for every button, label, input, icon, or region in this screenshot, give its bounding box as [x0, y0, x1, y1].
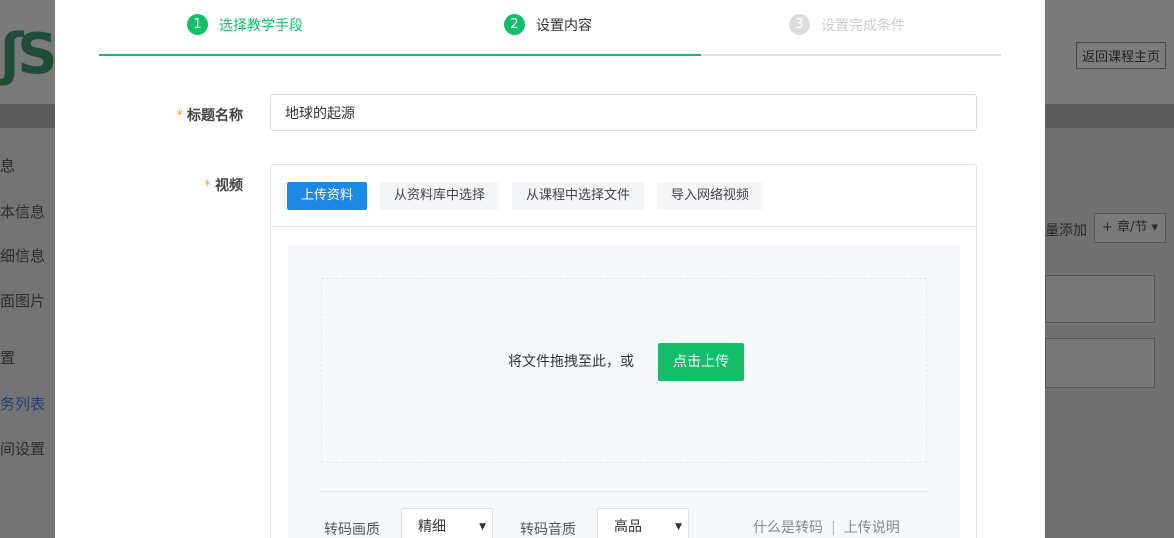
background-content: [1045, 128, 1174, 538]
step-label: 设置完成条件: [821, 17, 905, 34]
title-label: * 标题名称: [123, 105, 243, 125]
divider: [321, 491, 927, 492]
video-quality-label: 转码画质: [324, 522, 380, 538]
sidebar-item[interactable]: 细信息: [0, 245, 45, 266]
step-3: 3 设置完成条件: [789, 14, 905, 35]
step-number: 1: [187, 14, 208, 35]
step-label: 设置内容: [536, 17, 592, 34]
title-input[interactable]: [270, 94, 977, 131]
background-sidebar: [0, 128, 55, 538]
audio-quality-value: 高品: [614, 519, 642, 535]
caret-down-icon: ▼: [675, 522, 682, 532]
sidebar-item-task-list[interactable]: 务列表: [0, 393, 45, 414]
sidebar-item[interactable]: 息: [0, 155, 15, 176]
click-upload-button[interactable]: 点击上传: [658, 343, 744, 381]
sidebar-item[interactable]: 面图片: [0, 290, 45, 311]
video-label: * 视频: [123, 175, 243, 195]
upload-area: 将文件拖拽至此，或 点击上传 转码画质 精细 ▼ 转码音质 高品 ▼ 什么是转码…: [288, 245, 960, 538]
upload-instructions-link[interactable]: 上传说明: [844, 520, 900, 536]
background-row: [1045, 275, 1155, 323]
audio-quality-select[interactable]: 高品 ▼: [597, 508, 689, 538]
return-course-home-button[interactable]: 返回课程主页: [1076, 42, 1167, 69]
tab-upload-material[interactable]: 上传资料: [287, 182, 368, 210]
required-mark: *: [176, 108, 183, 124]
sidebar-item[interactable]: 本信息: [0, 201, 45, 222]
video-panel: 上传资料 从资料库中选择 从课程中选择文件 导入网络视频 将文件拖拽至此，或 点…: [270, 164, 977, 538]
add-chapter-button[interactable]: + 章/节 ▾: [1094, 213, 1166, 243]
batch-add-link[interactable]: 量添加: [1045, 220, 1087, 240]
link-separator: |: [831, 520, 836, 536]
step-label: 选择教学手段: [219, 17, 303, 34]
title-label-text: 标题名称: [187, 108, 243, 124]
tab-import-web-video[interactable]: 导入网络视频: [657, 182, 764, 210]
background-row: [1045, 338, 1155, 388]
required-mark: *: [204, 178, 211, 194]
step-progress-pending: [701, 54, 1001, 56]
caret-down-icon: ▼: [479, 522, 486, 532]
video-quality-select[interactable]: 精细 ▼: [401, 508, 493, 538]
step-progress-done: [99, 54, 701, 56]
sidebar-item[interactable]: 置: [0, 347, 15, 368]
sidebar-item[interactable]: 间设置: [0, 438, 45, 459]
video-source-tabs: 上传资料 从资料库中选择 从课程中选择文件 导入网络视频: [271, 165, 976, 227]
content-settings-modal: 1 选择教学手段 2 设置内容 3 设置完成条件 *标题名称 *视频 上传资料 …: [55, 0, 1045, 538]
video-quality-value: 精细: [418, 519, 446, 535]
help-links: 什么是转码 | 上传说明: [753, 517, 900, 537]
step-number: 3: [789, 14, 810, 35]
step-number: 2: [504, 14, 525, 35]
video-label-text: 视频: [215, 178, 243, 194]
tab-select-from-course[interactable]: 从课程中选择文件: [512, 182, 645, 210]
step-1[interactable]: 1 选择教学手段: [187, 14, 303, 35]
step-indicator: 1 选择教学手段 2 设置内容 3 设置完成条件: [99, 0, 1001, 56]
what-is-transcoding-link[interactable]: 什么是转码: [753, 520, 823, 536]
audio-quality-label: 转码音质: [520, 522, 576, 538]
tab-select-from-library[interactable]: 从资料库中选择: [380, 182, 500, 210]
step-2[interactable]: 2 设置内容: [504, 14, 592, 35]
logo: ʃS: [0, 22, 58, 87]
file-drop-zone[interactable]: 将文件拖拽至此，或 点击上传: [321, 278, 927, 463]
drop-hint: 将文件拖拽至此，或: [508, 354, 634, 370]
